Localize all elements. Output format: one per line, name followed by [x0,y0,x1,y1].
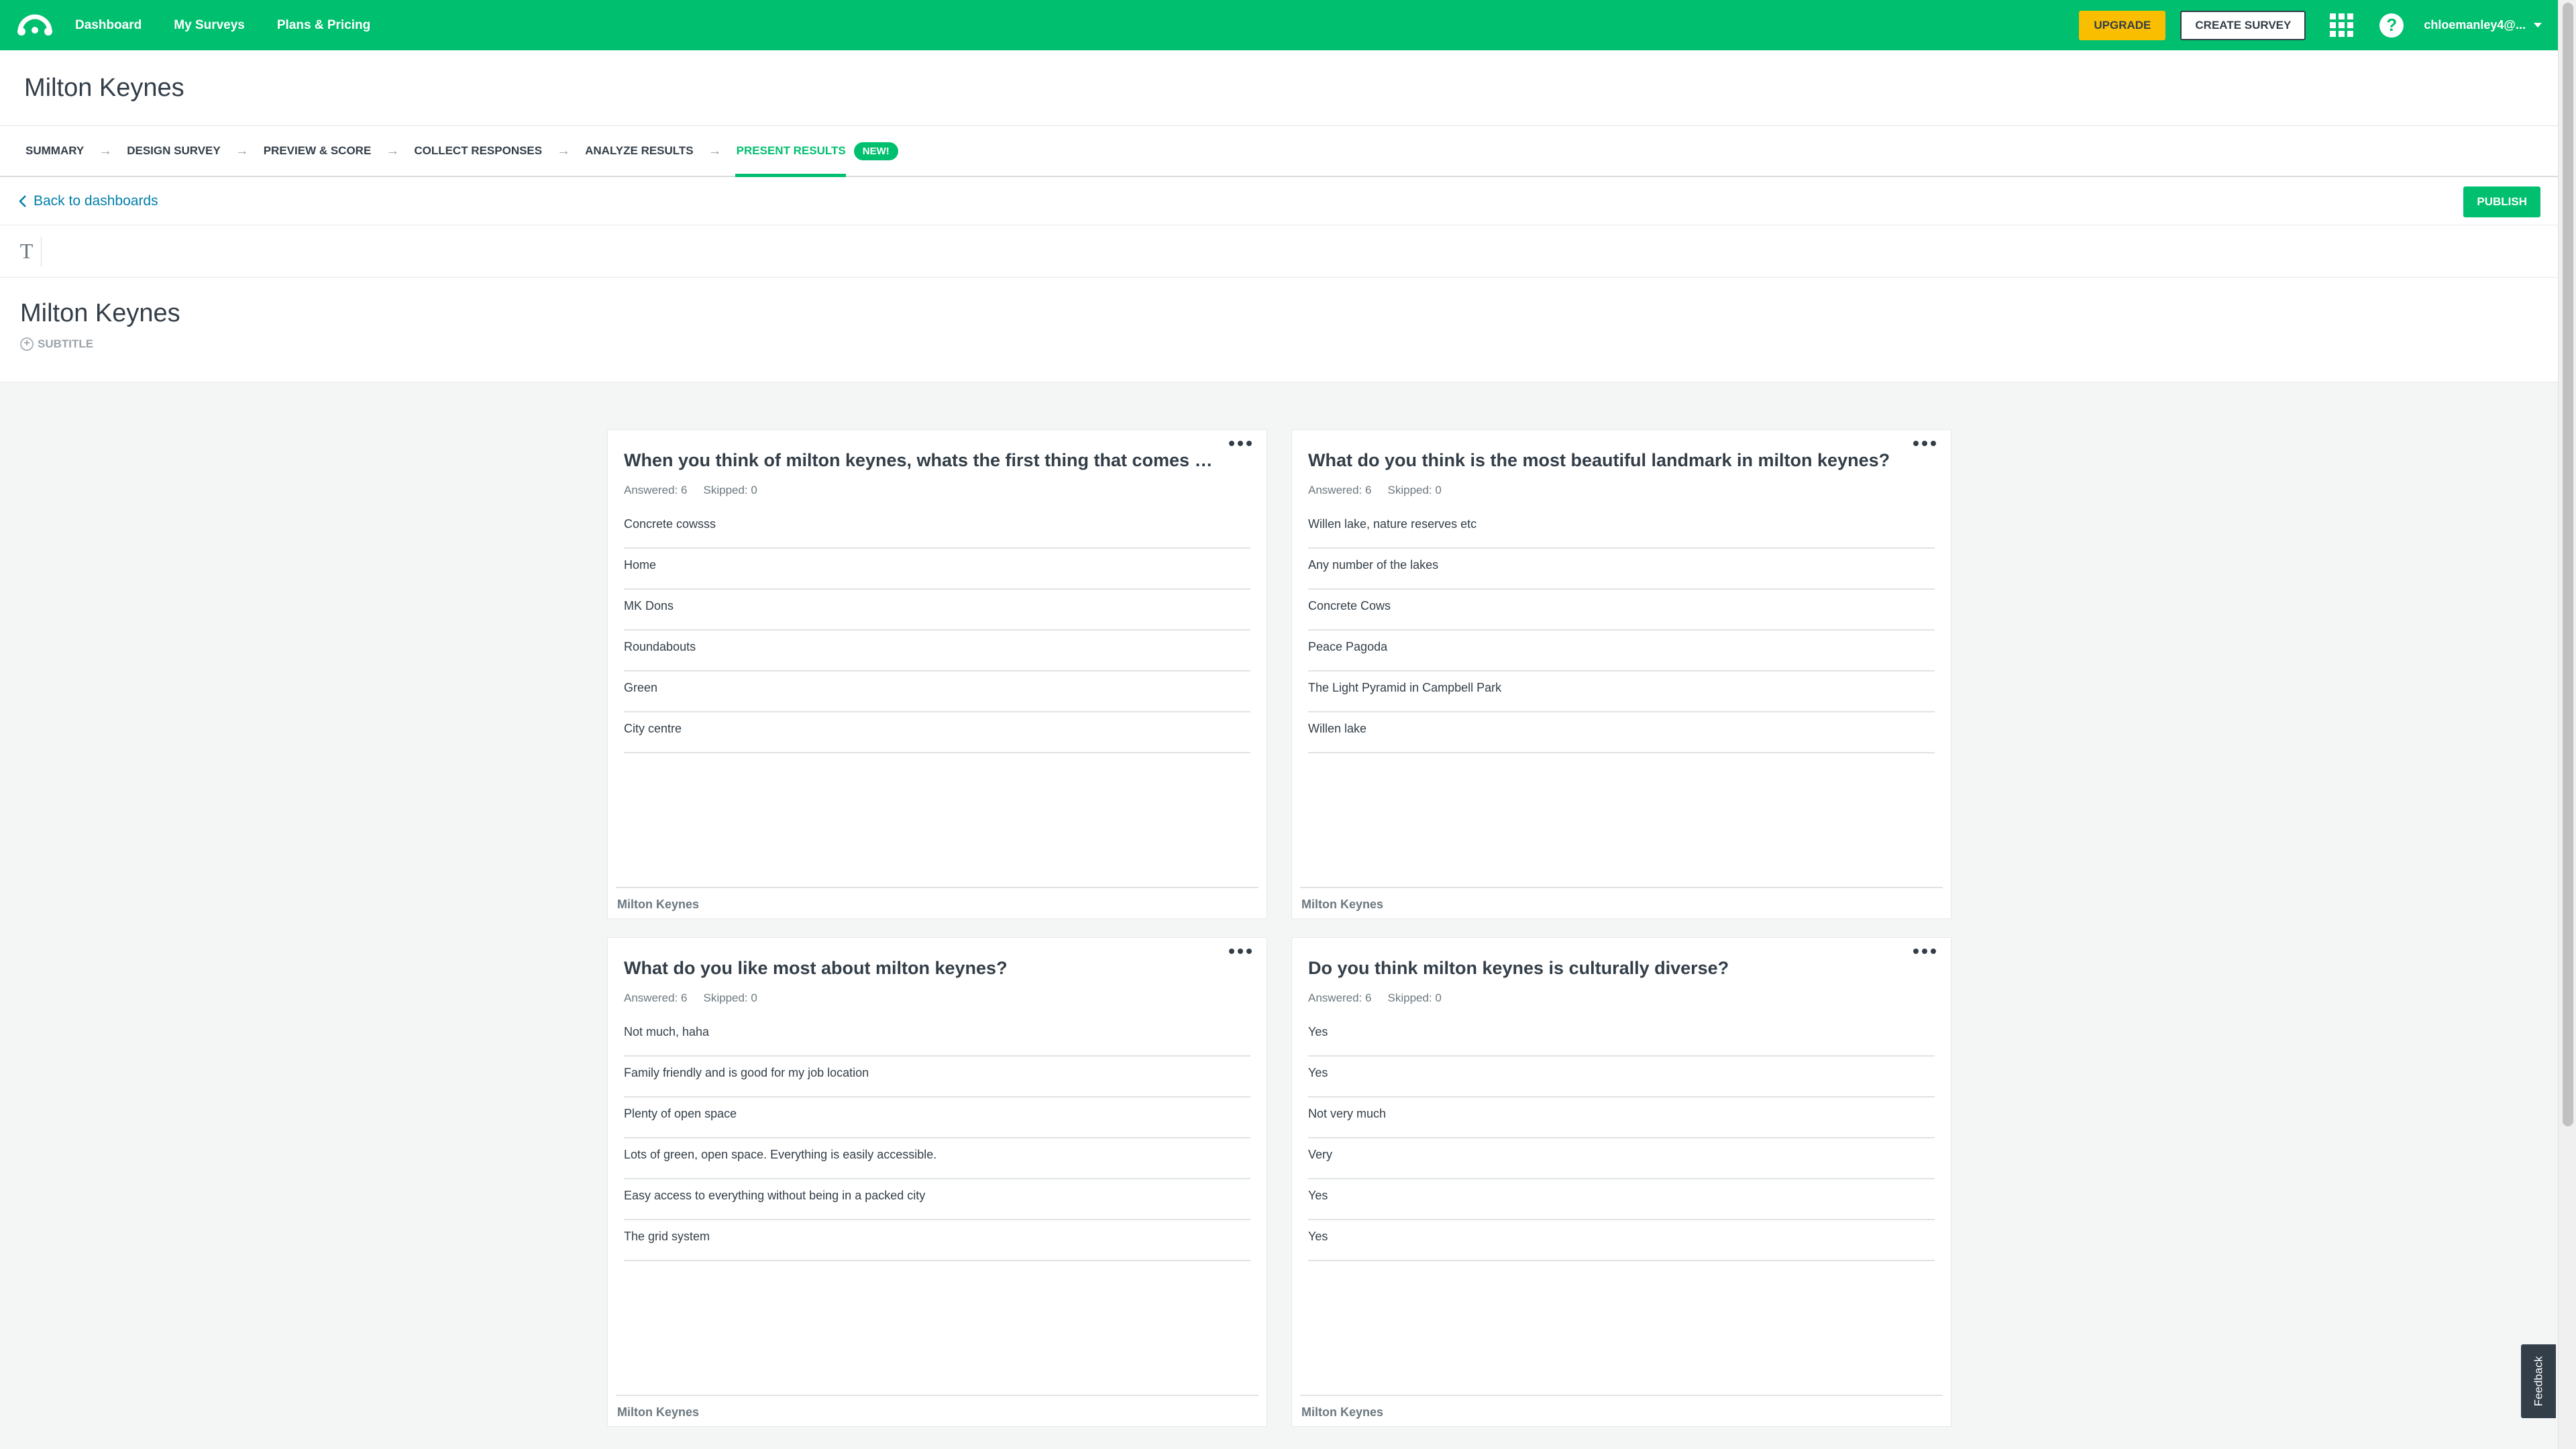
answer-row: Family friendly and is good for my job l… [624,1057,1250,1097]
new-badge: NEW! [853,142,898,160]
question-card: Do you think milton keynes is culturally… [1291,937,1951,1427]
publish-button[interactable]: PUBLISH [2463,186,2540,217]
surveymonkey-logo-icon[interactable] [16,12,54,39]
top-nav: Dashboard My Surveys Plans & Pricing UPG… [0,0,2558,50]
skipped-count: Skipped: 0 [1387,484,1442,496]
tab-present-results[interactable]: PRESENT RESULTS [735,126,846,177]
question-card: When you think of milton keynes, whats t… [607,429,1267,919]
answer-row: Any number of the lakes [1308,549,1935,590]
answer-row: Yes [1308,1220,1935,1261]
feedback-tab[interactable]: Feedback [2521,1344,2556,1418]
chevron-left-icon [19,195,26,207]
more-options-icon[interactable] [1913,949,1936,958]
answer-list: Willen lake, nature reserves etc Any num… [1308,508,1935,753]
tab-summary[interactable]: SUMMARY → [25,126,127,176]
tab-design-survey[interactable]: DESIGN SURVEY → [127,126,264,176]
card-footer: Milton Keynes [616,887,1258,912]
answered-count: Answered: 6 [624,991,688,1004]
card-footer: Milton Keynes [1300,887,1943,912]
tab-analyze-results[interactable]: ANALYZE RESULTS → [585,126,737,176]
card-question: When you think of milton keynes, whats t… [624,450,1214,470]
text-tool-icon[interactable]: T [12,236,42,266]
editor-toolbar: T [0,225,2558,278]
vertical-scrollbar[interactable] [2558,0,2576,1449]
question-card: What do you think is the most beautiful … [1291,429,1951,919]
card-stats: Answered: 6 Skipped: 0 [1308,484,1442,497]
survey-title: Milton Keynes [24,73,184,102]
answer-row: The grid system [624,1220,1250,1261]
answer-list: Concrete cowsss Home MK Dons Roundabouts… [624,508,1250,753]
skipped-count: Skipped: 0 [703,484,757,496]
answer-row: Green [624,672,1250,712]
arrow-right-icon: → [99,143,113,158]
card-stats: Answered: 6 Skipped: 0 [1308,991,1442,1005]
dashboard-header: Milton Keynes + SUBTITLE [0,278,2558,382]
apps-grid-icon[interactable] [2330,13,2354,38]
chevron-down-icon [2534,23,2542,28]
answer-list: Yes Yes Not very much Very Yes Yes [1308,1016,1935,1261]
answer-row: Roundabouts [624,631,1250,672]
user-menu[interactable]: chloemanley4@... [2424,18,2542,32]
answered-count: Answered: 6 [1308,484,1372,496]
answer-row: Very [1308,1138,1935,1179]
card-question: Do you think milton keynes is culturally… [1308,958,1729,978]
dashboard-title[interactable]: Milton Keynes [20,299,2558,328]
question-card: What do you like most about milton keyne… [607,937,1267,1427]
help-icon[interactable]: ? [2379,13,2404,38]
answer-row: Yes [1308,1016,1935,1057]
arrow-right-icon: → [386,143,400,158]
arrow-right-icon: → [235,143,249,158]
answer-row: Not very much [1308,1097,1935,1138]
answered-count: Answered: 6 [1308,991,1372,1004]
card-stats: Answered: 6 Skipped: 0 [624,484,757,497]
add-subtitle[interactable]: + SUBTITLE [20,337,2558,351]
answer-row: City centre [624,712,1250,753]
answer-row: Willen lake, nature reserves etc [1308,508,1935,549]
tab-collect-responses[interactable]: COLLECT RESPONSES → [414,126,585,176]
answer-row: Concrete Cows [1308,590,1935,631]
more-options-icon[interactable] [1229,441,1252,450]
answer-row: Concrete cowsss [624,508,1250,549]
survey-steps-tabs: SUMMARY → DESIGN SURVEY → PREVIEW & SCORE →… [0,126,2558,177]
arrow-right-icon: → [708,143,722,158]
card-footer: Milton Keynes [1300,1395,1943,1419]
more-options-icon[interactable] [1229,949,1252,958]
nav-dashboard[interactable]: Dashboard [75,18,142,33]
answer-row: The Light Pyramid in Campbell Park [1308,672,1935,712]
answer-row: MK Dons [624,590,1250,631]
nav-right: UPGRADE CREATE SURVEY ? chloemanley4@... [2079,10,2542,40]
answer-row: Yes [1308,1057,1935,1097]
more-options-icon[interactable] [1913,441,1936,450]
user-name: chloemanley4@... [2424,18,2526,32]
answer-row: Home [624,549,1250,590]
card-stats: Answered: 6 Skipped: 0 [624,991,757,1005]
nav-plans-pricing[interactable]: Plans & Pricing [277,18,370,33]
answer-list: Not much, haha Family friendly and is go… [624,1016,1250,1261]
back-to-dashboards-link[interactable]: Back to dashboards [19,193,158,209]
answer-row: Peace Pagoda [1308,631,1935,672]
skipped-count: Skipped: 0 [703,991,757,1004]
create-survey-button[interactable]: CREATE SURVEY [2180,10,2306,40]
answer-row: Willen lake [1308,712,1935,753]
answer-row: Not much, haha [624,1016,1250,1057]
answer-row: Easy access to everything without being … [624,1179,1250,1220]
add-circle-icon: + [20,337,34,351]
card-question: What do you like most about milton keyne… [624,958,1008,978]
answered-count: Answered: 6 [624,484,688,496]
upgrade-button[interactable]: UPGRADE [2079,10,2166,40]
answer-row: Lots of green, open space. Everything is… [624,1138,1250,1179]
back-bar: Back to dashboards PUBLISH [0,177,2558,225]
survey-header: Milton Keynes [0,50,2558,126]
skipped-count: Skipped: 0 [1387,991,1442,1004]
scrollbar-thumb[interactable] [2563,3,2573,1126]
main-content: Milton Keynes SUMMARY → DESIGN SURVEY → PR… [0,50,2558,382]
card-question: What do you think is the most beautiful … [1308,450,1890,470]
nav-my-surveys[interactable]: My Surveys [174,18,245,33]
answer-row: Plenty of open space [624,1097,1250,1138]
tab-preview-score[interactable]: PREVIEW & SCORE → [264,126,415,176]
answer-row: Yes [1308,1179,1935,1220]
card-footer: Milton Keynes [616,1395,1258,1419]
arrow-right-icon: → [557,143,571,158]
